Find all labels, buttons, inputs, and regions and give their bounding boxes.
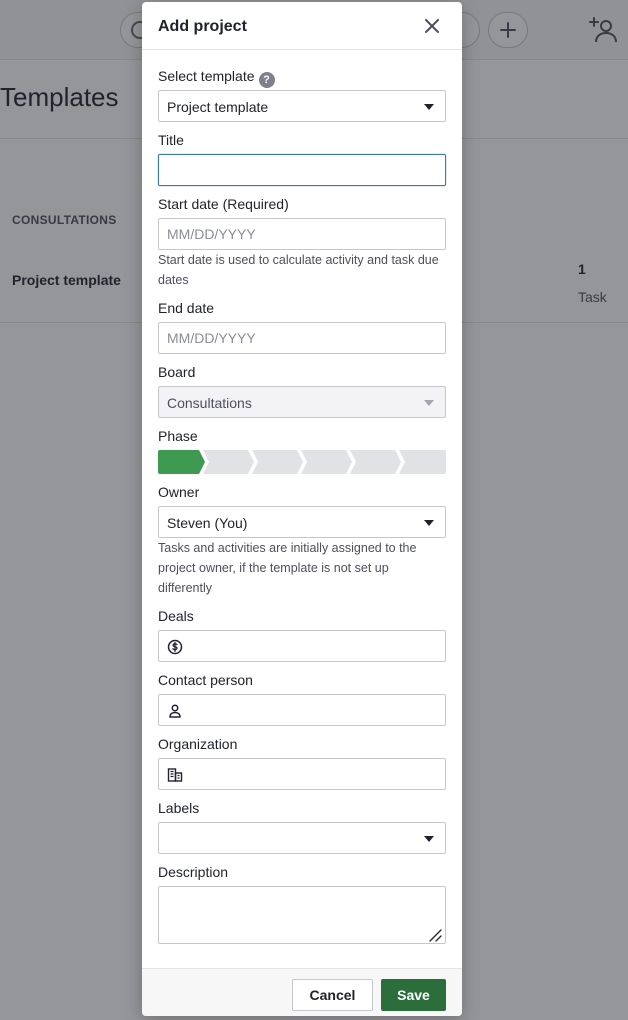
save-button[interactable]: Save — [381, 979, 446, 1011]
contact-field[interactable] — [158, 694, 446, 726]
deals-label: Deals — [158, 608, 194, 624]
start-date-hint: Start date is used to calculate activity… — [158, 253, 439, 287]
owner-hint: Tasks and activities are initially assig… — [158, 541, 417, 595]
template-select-value: Project template — [167, 99, 269, 115]
organization-input[interactable] — [189, 759, 439, 789]
owner-select[interactable]: Steven (You) — [158, 506, 446, 538]
help-icon[interactable]: ? — [258, 72, 275, 88]
modal-header: Add project — [142, 2, 462, 50]
labels-select[interactable] — [158, 822, 446, 854]
chevron-down-icon — [424, 104, 434, 110]
organization-label: Organization — [158, 736, 238, 752]
person-icon — [169, 704, 181, 718]
close-icon — [425, 19, 439, 33]
organization-field[interactable] — [158, 758, 446, 790]
end-date-input[interactable] — [158, 322, 446, 354]
cancel-button[interactable]: Cancel — [292, 979, 373, 1011]
title-label: Title — [158, 132, 184, 148]
chevron-down-icon — [424, 520, 434, 526]
description-label: Description — [158, 864, 229, 880]
chevron-down-icon — [424, 400, 434, 406]
phase-step-2[interactable] — [203, 450, 254, 474]
close-button[interactable] — [420, 14, 444, 38]
template-select[interactable]: Project template — [158, 90, 446, 122]
template-label: Select template? — [158, 68, 275, 88]
owner-select-value: Steven (You) — [167, 515, 248, 531]
phase-pipeline — [158, 450, 446, 474]
board-select: Consultations — [158, 386, 446, 418]
phase-step-6[interactable] — [399, 450, 446, 474]
labels-label: Labels — [158, 800, 200, 816]
owner-label: Owner — [158, 484, 200, 500]
phase-step-4[interactable] — [301, 450, 352, 474]
phase-label: Phase — [158, 428, 198, 444]
phase-step-5[interactable] — [350, 450, 401, 474]
phase-step-1[interactable] — [158, 450, 205, 474]
board-label: Board — [158, 364, 196, 380]
title-input[interactable] — [158, 154, 446, 186]
deals-field[interactable] — [158, 630, 446, 662]
board-select-value: Consultations — [167, 395, 252, 411]
contact-label: Contact person — [158, 672, 253, 688]
modal-footer: Cancel Save — [142, 968, 462, 1016]
deals-input[interactable] — [189, 631, 439, 661]
phase-step-3[interactable] — [252, 450, 303, 474]
template-label-text: Select template — [158, 68, 255, 84]
dollar-circle-icon — [167, 639, 183, 655]
chevron-down-icon — [424, 836, 434, 842]
contact-input[interactable] — [189, 695, 439, 725]
start-date-label: Start date (Required) — [158, 196, 289, 212]
modal-title: Add project — [158, 18, 247, 35]
end-date-label: End date — [158, 300, 215, 316]
description-textarea[interactable] — [158, 886, 446, 944]
start-date-input[interactable] — [158, 218, 446, 250]
building-icon — [167, 768, 183, 782]
add-project-modal: Add project Select template? Project tem… — [142, 2, 462, 1016]
